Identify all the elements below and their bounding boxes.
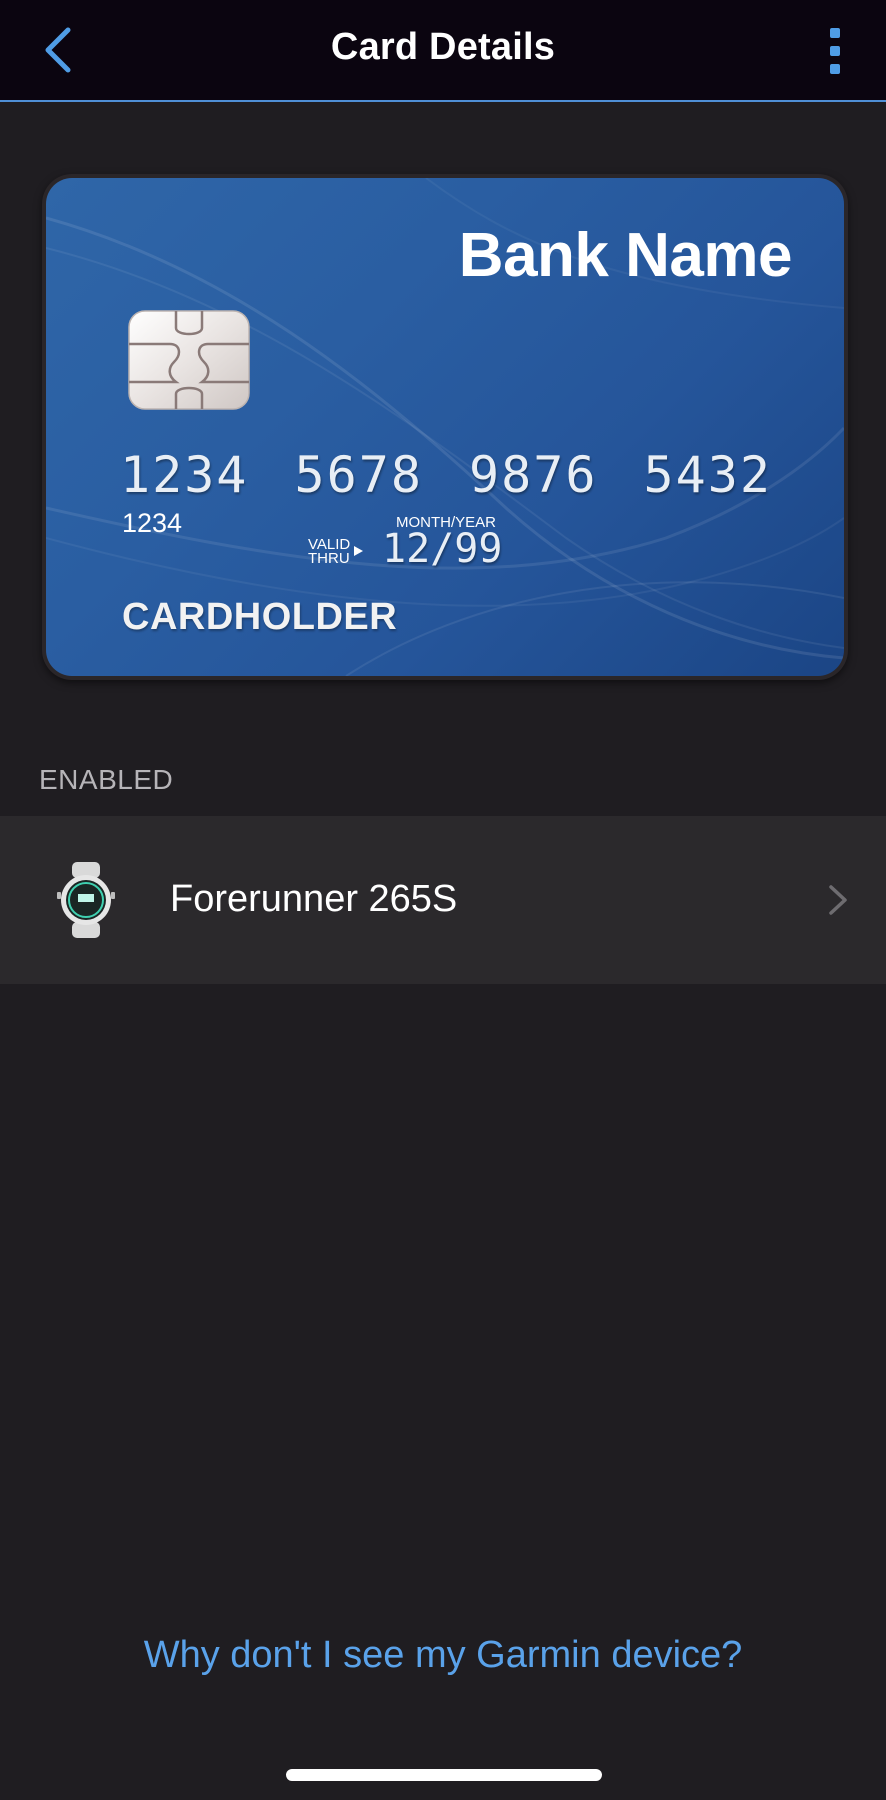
device-name: Forerunner 265S bbox=[170, 878, 458, 920]
valid-thru-line2: THRU bbox=[308, 550, 350, 567]
top-bar: Card Details bbox=[0, 0, 886, 102]
valid-thru-arrow-icon bbox=[354, 546, 363, 556]
card-face: Bank Name 1234 5678 9876 5432 1234 MONTH… bbox=[46, 178, 844, 676]
garmin-device-help-link[interactable]: Why don't I see my Garmin device? bbox=[0, 1634, 886, 1677]
page-title: Card Details bbox=[330, 26, 556, 68]
device-row-forerunner[interactable]: Forerunner 265S bbox=[0, 816, 886, 984]
more-options-button[interactable] bbox=[816, 22, 856, 82]
home-indicator[interactable] bbox=[286, 1769, 602, 1781]
watch-icon bbox=[57, 862, 115, 938]
valid-thru-label: VALID THRU bbox=[308, 537, 350, 567]
section-header-enabled: ENABLED bbox=[39, 764, 174, 795]
bank-name: Bank Name bbox=[458, 221, 793, 290]
card-small-number: 1234 bbox=[122, 508, 183, 538]
cardholder-name: CARDHOLDER bbox=[122, 596, 398, 638]
card-number: 1234 5678 9876 5432 bbox=[120, 446, 772, 504]
payment-card: Bank Name 1234 5678 9876 5432 1234 MONTH… bbox=[42, 174, 848, 680]
card-expiry: 12/99 bbox=[382, 526, 503, 572]
chevron-right-icon bbox=[829, 885, 847, 915]
card-chip-icon bbox=[128, 310, 250, 410]
